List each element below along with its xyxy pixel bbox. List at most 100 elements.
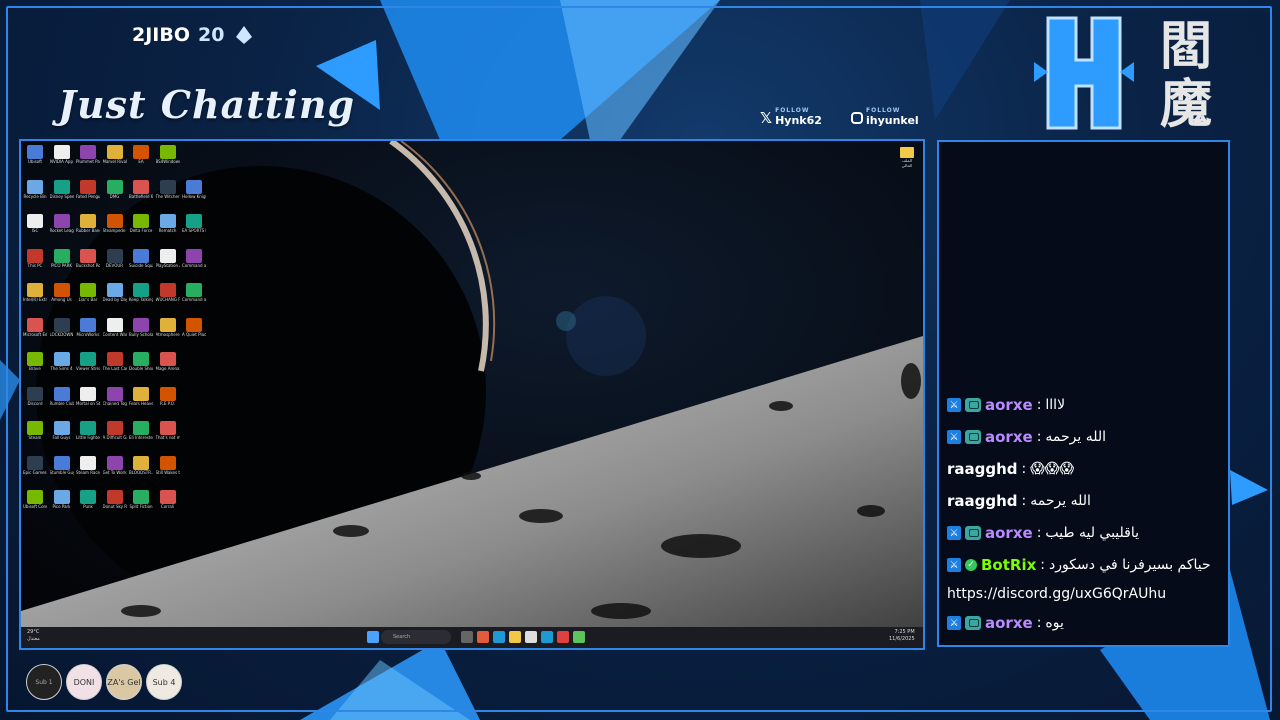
app-icon [186, 317, 202, 332]
desktop-shortcut[interactable]: Fears Heaven 1 [129, 386, 153, 406]
steam-taskbar-icon[interactable] [541, 631, 553, 643]
desktop-folder[interactable]: الملف الحالي [896, 147, 918, 168]
desktop-shortcut[interactable]: Rumble Club [50, 386, 74, 406]
desktop-shortcut[interactable]: DEVOUR [103, 248, 127, 268]
windows-start-icon[interactable] [367, 631, 379, 643]
desktop-shortcut[interactable]: Content Warning [103, 317, 127, 337]
desktop-shortcut[interactable]: The Witcher 3 Wild Hunt [156, 179, 180, 199]
chat-username[interactable]: BotRix [981, 556, 1036, 574]
desktop-shortcut[interactable]: Recycle Bin [23, 179, 47, 199]
desktop-shortcut[interactable]: Steampede Racing [103, 214, 127, 233]
desktop-shortcut[interactable]: Atmosphere 3 [156, 317, 180, 337]
desktop-shortcut[interactable]: PlayStation Accessories [156, 248, 180, 268]
desktop-shortcut[interactable]: Mage Arena [156, 352, 180, 371]
desktop-shortcut[interactable]: Delta Force [129, 214, 153, 233]
desktop-shortcut[interactable]: EA SPORTS FC 25 [182, 214, 206, 233]
desktop-shortcut[interactable]: Keep Talking and Nobo... [129, 283, 153, 302]
desktop-shortcut[interactable]: Fated Penguin [76, 179, 100, 199]
desktop-shortcut[interactable]: Rocket League [50, 214, 74, 233]
desktop-shortcut[interactable]: Pico Park [50, 490, 74, 509]
desktop-shortcut[interactable]: Marvel Rivals [103, 145, 127, 164]
app-icon [159, 283, 176, 297]
desktop-shortcut[interactable]: Donut Sky Riders [103, 490, 127, 509]
taskbar-clock[interactable]: 7:25 PM 11/6/2025 [889, 629, 915, 643]
desktop-shortcut[interactable]: Battlefield 6 [129, 179, 153, 199]
desktop-shortcut[interactable]: Command and Conquer [182, 248, 206, 268]
desktop-shortcut[interactable]: Discord [23, 386, 47, 406]
chat-username[interactable]: aorxe [985, 524, 1033, 542]
desktop-shortcut[interactable]: Buckshot Roulette [76, 248, 100, 268]
edge-icon[interactable] [493, 631, 505, 643]
app-taskbar-icon[interactable] [573, 631, 585, 643]
desktop-shortcut[interactable]: WUCHANG Fallen Fea... [156, 283, 180, 302]
chat-username[interactable]: raagghd [947, 492, 1018, 510]
app-icon [27, 455, 43, 470]
desktop-shortcut[interactable]: This PC [23, 248, 47, 268]
chat-username[interactable]: aorxe [985, 396, 1033, 414]
desktop-shortcut[interactable]: Brave [23, 352, 47, 371]
desktop-shortcut[interactable]: Ubisoft [23, 145, 47, 164]
desktop-shortcut[interactable]: Still Wakes the Deep [156, 455, 180, 475]
desktop-shortcut[interactable]: Among Us [50, 283, 74, 302]
store-icon[interactable] [525, 631, 537, 643]
desktop-shortcut[interactable]: Punk [76, 490, 100, 509]
desktop-shortcut[interactable]: EA [129, 145, 153, 164]
desktop-shortcut[interactable]: Intel(R) Extre... [23, 283, 47, 302]
desktop-shortcut[interactable]: Liar's Bar [76, 283, 100, 302]
desktop-shortcut[interactable]: That's not my Neighbor [156, 421, 180, 440]
desktop-shortcut[interactable]: Eli Interested [129, 421, 153, 440]
browser-icon[interactable] [477, 631, 489, 643]
desktop-shortcut[interactable]: Little Fighters on Stream [76, 421, 100, 440]
desktop-shortcut[interactable]: The Last Campfire [103, 352, 127, 371]
desktop-shortcut-label: Mortal on Stream [76, 400, 100, 406]
desktop-shortcut[interactable]: The Sims 4 [50, 352, 74, 371]
desktop-shortcut[interactable]: A Difficult Game Abo... [103, 421, 127, 440]
desktop-shortcut[interactable]: Suicide Squad Ki... [129, 248, 153, 268]
desktop-shortcut-label: Chained Together [102, 400, 127, 406]
brave-taskbar-icon[interactable] [557, 631, 569, 643]
desktop-shortcut[interactable]: NVIDIA App [50, 145, 74, 164]
desktop-shortcut[interactable]: A Quiet Place The Road A... [182, 317, 206, 337]
desktop-shortcut[interactable]: Stumble Guys [50, 455, 74, 475]
chat-username[interactable]: raagghd [947, 460, 1018, 478]
desktop-shortcut[interactable]: Get To Work [103, 455, 127, 475]
desktop-shortcut[interactable]: Rematch [156, 214, 180, 233]
desktop-shortcut[interactable]: DMG [103, 179, 127, 199]
desktop-shortcut[interactable]: Steam [23, 421, 47, 440]
desktop-shortcut[interactable]: Split Fiction [129, 490, 153, 509]
desktop-shortcut[interactable]: BLOODSTR... [129, 455, 153, 475]
desktop-shortcut[interactable]: Plummet Party [76, 145, 100, 164]
desktop-shortcut-label: DMG [109, 193, 120, 199]
desktop-shortcut[interactable]: Viewer Stream ch... [76, 352, 100, 371]
app-icon [106, 248, 123, 263]
desktop-shortcut[interactable]: Double Shoulders [129, 352, 153, 371]
chat-username[interactable]: aorxe [985, 428, 1033, 446]
desktop-shortcut[interactable]: R.E.P.O. [156, 386, 180, 406]
desktop-shortcut[interactable]: Epic Games Launcher [23, 455, 47, 475]
desktop-shortcut[interactable]: PICO PARK [50, 248, 74, 268]
chat-username[interactable]: aorxe [985, 614, 1033, 632]
desktop-shortcut[interactable]: Corrali [156, 490, 180, 509]
desktop-shortcut[interactable]: Steam Racer [76, 455, 100, 475]
desktop-shortcut[interactable]: MicroWorks [76, 317, 100, 337]
desktop-shortcut[interactable]: Rubber Bandits [76, 214, 100, 233]
desktop-shortcut[interactable]: Hollow Knight [182, 179, 206, 199]
desktop-shortcut[interactable]: Fall Guys [50, 421, 74, 440]
task-view-icon[interactable] [461, 631, 473, 643]
desktop-shortcut[interactable]: Dead by Daylight [103, 283, 127, 302]
desktop-shortcut[interactable]: ISC [23, 214, 47, 233]
desktop-shortcut[interactable]: LOCKDOWN Protocol [50, 317, 74, 337]
taskbar-weather[interactable]: 29°C معتدل [27, 629, 40, 643]
file-explorer-icon[interactable] [509, 631, 521, 643]
desktop-shortcut[interactable]: Microsoft Edge [23, 317, 47, 337]
desktop-shortcut[interactable]: Mortal on Stream [76, 386, 100, 406]
taskbar-search[interactable]: Search [381, 630, 451, 644]
desktop-shortcut[interactable]: Bully Scholarsh... [129, 317, 153, 337]
desktop-shortcut[interactable]: Command and Conqu... [182, 283, 206, 302]
desktop-shortcut[interactable]: Chained Together [102, 386, 127, 406]
app-icon [159, 386, 176, 401]
desktop-shortcut[interactable]: BS4Windows [156, 145, 180, 164]
desktop-shortcut[interactable]: Ubisoft Connect [23, 490, 47, 509]
chat-link[interactable]: https://discord.gg/uxG6QrAUhu [947, 586, 1166, 602]
desktop-shortcut[interactable]: Disney Speedstorm [50, 179, 74, 199]
